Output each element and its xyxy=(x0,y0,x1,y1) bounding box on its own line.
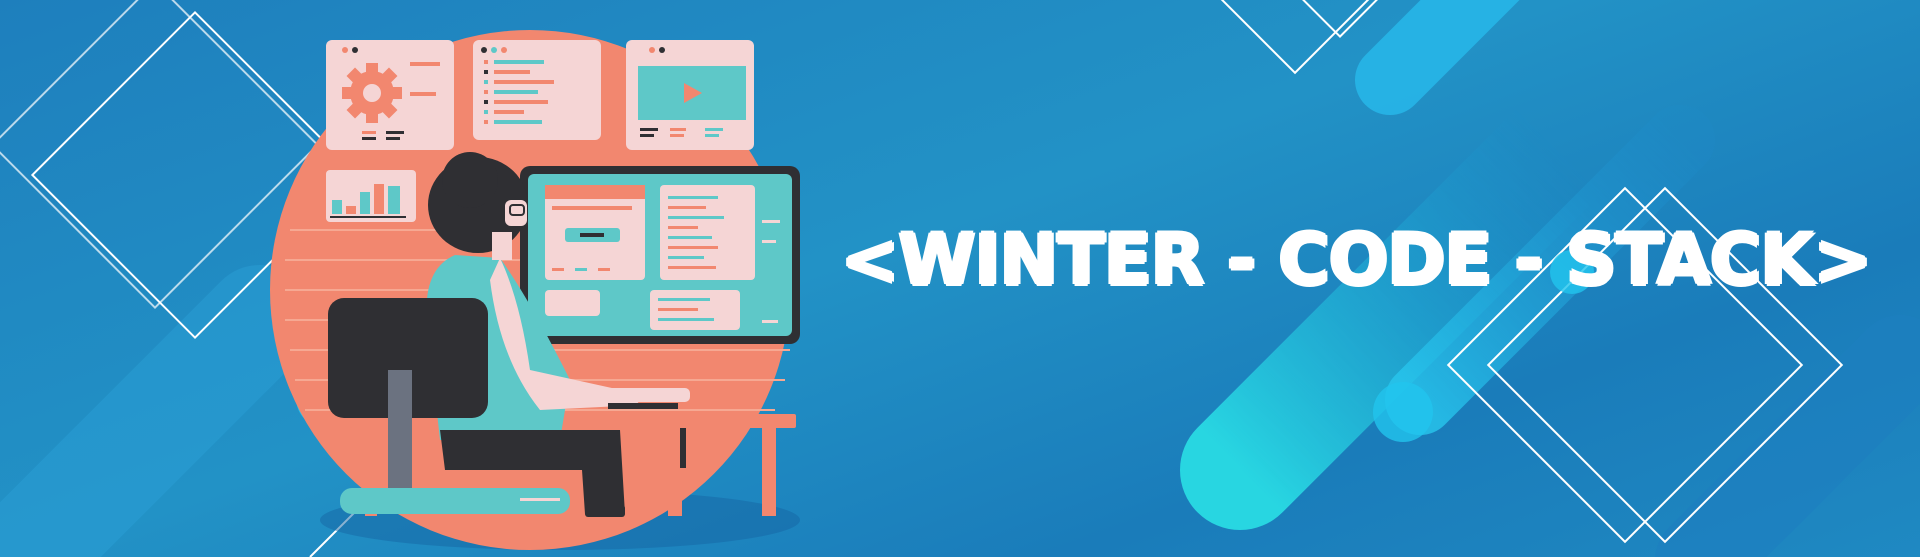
bar-chart-icon xyxy=(326,170,416,222)
settings-panel xyxy=(326,40,454,150)
monitor xyxy=(520,166,800,344)
video-panel xyxy=(626,40,754,150)
developer-illustration xyxy=(270,30,800,550)
gear-icon xyxy=(342,63,402,123)
banner-title: <WINTER - CODE - STACK> xyxy=(840,219,1873,301)
banner: <WINTER - CODE - STACK> xyxy=(0,0,1920,557)
code-panel xyxy=(473,40,601,140)
